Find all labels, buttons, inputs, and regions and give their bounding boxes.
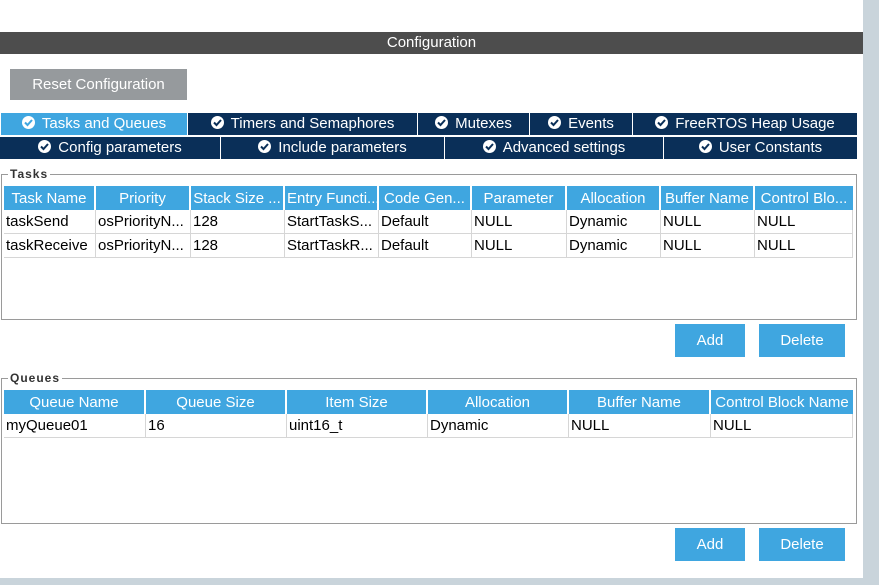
delete-queue-button[interactable]: Delete <box>759 528 845 561</box>
queues-header-row: Queue Name Queue Size Item Size Allocati… <box>4 390 853 414</box>
check-icon <box>655 116 669 129</box>
right-scroll-gutter <box>863 0 879 585</box>
configuration-header: Configuration <box>0 32 863 54</box>
tab-label: Events <box>568 115 614 132</box>
tasks-legend: Tasks <box>8 167 51 181</box>
column-header-task-name[interactable]: Task Name <box>4 186 96 210</box>
table-cell: NULL <box>661 210 755 234</box>
table-row[interactable]: myQueue01 16 uint16_t Dynamic NULL NULL <box>4 414 853 438</box>
table-row[interactable]: taskSend osPriorityN... 128 StartTaskS..… <box>4 210 853 234</box>
column-header-stack-size[interactable]: Stack Size ... <box>191 186 285 210</box>
table-cell: NULL <box>711 414 853 438</box>
tasks-header-row: Task Name Priority Stack Size ... Entry … <box>4 186 853 210</box>
tab-include-parameters[interactable]: Include parameters <box>220 137 444 159</box>
column-header-entry-function[interactable]: Entry Functi... <box>285 186 379 210</box>
check-icon <box>548 116 562 129</box>
table-cell: 16 <box>146 414 287 438</box>
column-header-allocation[interactable]: Allocation <box>428 390 569 414</box>
table-cell: StartTaskR... <box>285 234 379 258</box>
tab-freertos-heap-usage[interactable]: FreeRTOS Heap Usage <box>632 113 857 135</box>
table-cell: NULL <box>472 210 567 234</box>
check-icon <box>435 116 449 129</box>
column-header-control-block[interactable]: Control Blo... <box>755 186 853 210</box>
column-header-item-size[interactable]: Item Size <box>287 390 428 414</box>
table-cell: 128 <box>191 234 285 258</box>
add-task-button[interactable]: Add <box>675 324 745 357</box>
column-header-queue-size[interactable]: Queue Size <box>146 390 287 414</box>
tab-label: Advanced settings <box>502 139 626 156</box>
table-cell: uint16_t <box>287 414 428 438</box>
column-header-code-generation[interactable]: Code Gen... <box>379 186 472 210</box>
table-cell: taskSend <box>4 210 96 234</box>
table-cell: 128 <box>191 210 285 234</box>
tab-mutexes[interactable]: Mutexes <box>417 113 529 135</box>
table-cell: Default <box>379 234 472 258</box>
table-cell: osPriorityN... <box>96 234 191 258</box>
tasks-table: Task Name Priority Stack Size ... Entry … <box>4 186 853 258</box>
table-cell: Default <box>379 210 472 234</box>
column-header-queue-name[interactable]: Queue Name <box>4 390 146 414</box>
table-cell: NULL <box>472 234 567 258</box>
tab-events[interactable]: Events <box>529 113 632 135</box>
table-cell: NULL <box>569 414 711 438</box>
check-icon <box>258 140 272 153</box>
column-header-control-block-name[interactable]: Control Block Name <box>711 390 853 414</box>
reset-configuration-button[interactable]: Reset Configuration <box>10 69 187 100</box>
tab-user-constants[interactable]: User Constants <box>663 137 857 159</box>
tab-tasks-and-queues[interactable]: Tasks and Queues <box>0 113 187 135</box>
tab-label: Include parameters <box>278 139 407 156</box>
tab-advanced-settings[interactable]: Advanced settings <box>444 137 663 159</box>
column-header-buffer-name[interactable]: Buffer Name <box>661 186 755 210</box>
check-icon <box>698 140 712 153</box>
tab-label: Config parameters <box>58 139 182 156</box>
queues-legend: Queues <box>8 371 63 385</box>
tab-config-parameters[interactable]: Config parameters <box>0 137 220 159</box>
tab-label: FreeRTOS Heap Usage <box>675 115 835 132</box>
table-cell: osPriorityN... <box>96 210 191 234</box>
check-icon <box>38 140 52 153</box>
column-header-allocation[interactable]: Allocation <box>567 186 661 210</box>
top-area <box>0 0 863 24</box>
tab-timers-and-semaphores[interactable]: Timers and Semaphores <box>187 113 417 135</box>
table-row[interactable]: taskReceive osPriorityN... 128 StartTask… <box>4 234 853 258</box>
check-icon <box>21 116 35 129</box>
table-cell: Dynamic <box>567 210 661 234</box>
column-header-parameter[interactable]: Parameter <box>472 186 567 210</box>
table-cell: NULL <box>661 234 755 258</box>
table-cell: Dynamic <box>567 234 661 258</box>
tab-label: Tasks and Queues <box>41 115 167 132</box>
table-cell: taskReceive <box>4 234 96 258</box>
table-cell: NULL <box>755 210 853 234</box>
check-icon <box>482 140 496 153</box>
add-queue-button[interactable]: Add <box>675 528 745 561</box>
table-cell: Dynamic <box>428 414 569 438</box>
tab-label: Mutexes <box>455 115 512 132</box>
table-cell: NULL <box>755 234 853 258</box>
column-header-buffer-name[interactable]: Buffer Name <box>569 390 711 414</box>
tab-label: Timers and Semaphores <box>230 115 395 132</box>
table-cell: myQueue01 <box>4 414 146 438</box>
column-header-priority[interactable]: Priority <box>96 186 191 210</box>
tab-label: User Constants <box>718 139 823 156</box>
table-cell: StartTaskS... <box>285 210 379 234</box>
check-icon <box>210 116 224 129</box>
delete-task-button[interactable]: Delete <box>759 324 845 357</box>
bottom-border <box>0 578 879 585</box>
queues-table: Queue Name Queue Size Item Size Allocati… <box>4 390 853 438</box>
